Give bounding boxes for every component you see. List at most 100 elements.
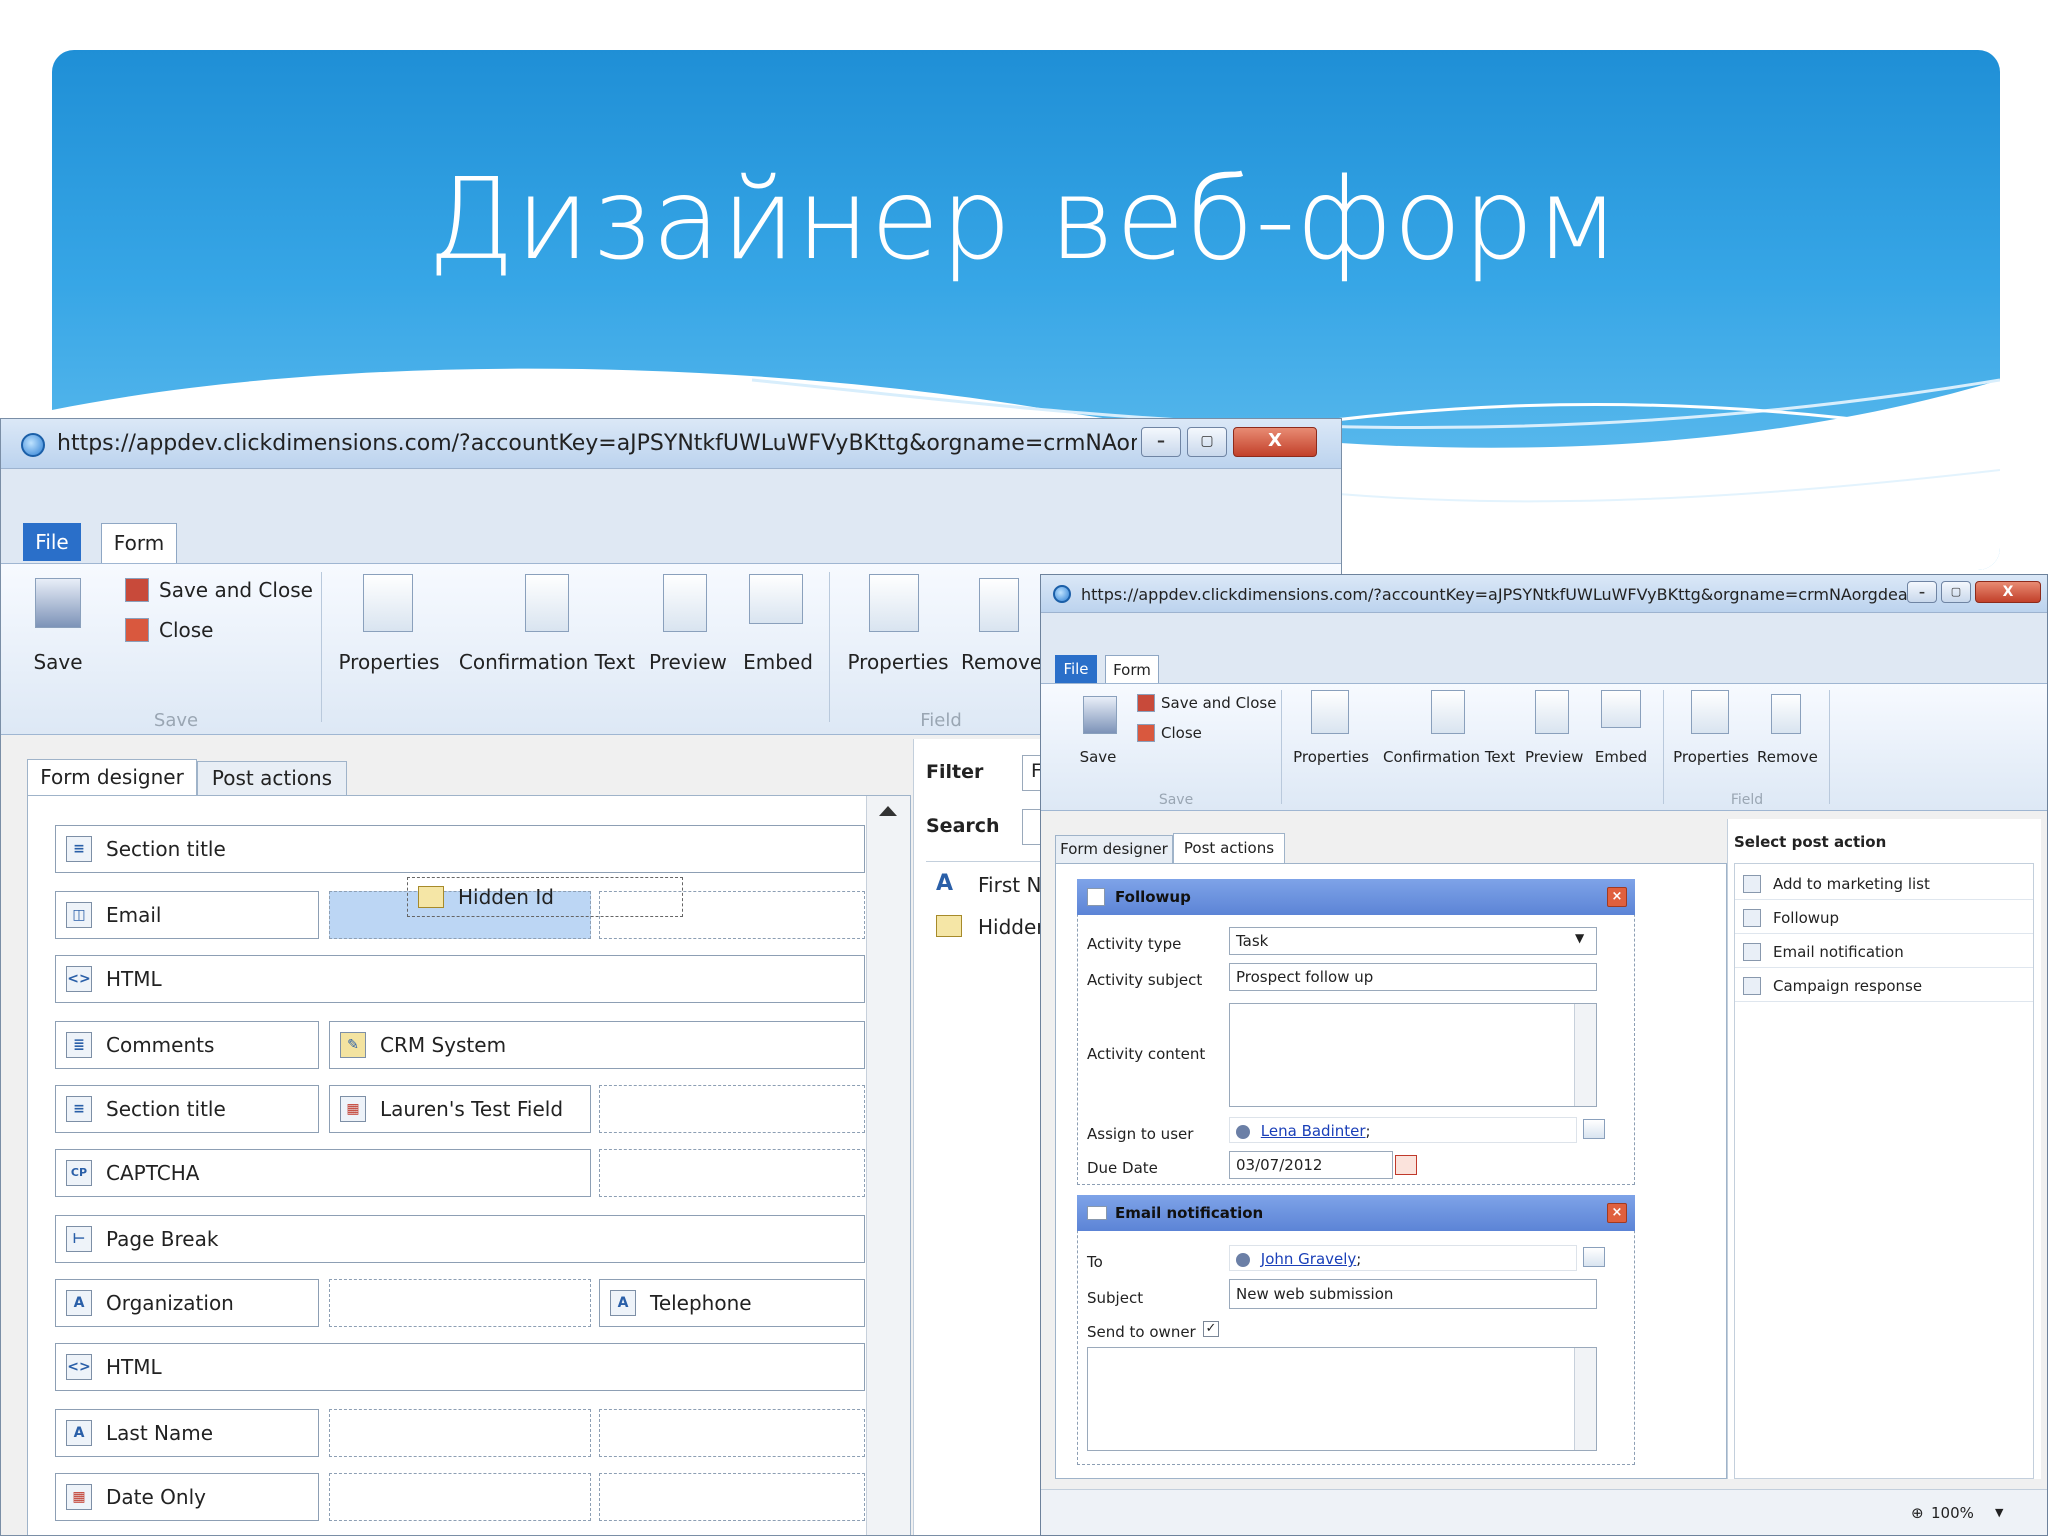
to-lookup[interactable]: John Gravely;	[1229, 1245, 1577, 1271]
assigned-user-link[interactable]: Lena Badinter	[1261, 1122, 1366, 1140]
textarea-scrollbar[interactable]	[1574, 1004, 1596, 1106]
activity-content-textarea[interactable]	[1229, 1003, 1597, 1107]
calendar-icon[interactable]	[1395, 1155, 1417, 1175]
remove-icon	[1771, 694, 1801, 734]
designer-scrollbar[interactable]	[866, 796, 910, 1535]
post-action-email-notification[interactable]: Email notification	[1735, 936, 2033, 968]
field-crm-system[interactable]: ✎ CRM System	[329, 1021, 865, 1069]
field-list-item[interactable]: Hidder	[978, 915, 1045, 939]
email-body-textarea[interactable]	[1087, 1347, 1597, 1451]
subject-label: Subject	[1087, 1289, 1144, 1307]
field-captcha[interactable]: CP CAPTCHA	[55, 1149, 591, 1197]
field-section-title[interactable]: ≡ Section title	[55, 825, 865, 873]
back-remove-button[interactable]: Remove	[961, 650, 1042, 674]
front-embed-button[interactable]: Embed	[1593, 748, 1649, 766]
field-section-title-2[interactable]: ≡ Section title	[55, 1085, 319, 1133]
maximize-button[interactable]: ▢	[1187, 427, 1227, 457]
back-preview-button[interactable]: Preview	[649, 650, 727, 674]
field-last-name[interactable]: A Last Name	[55, 1409, 319, 1457]
empty-slot[interactable]	[599, 1473, 865, 1521]
back-tab-form[interactable]: Form	[101, 523, 177, 563]
field-organization[interactable]: A Organization	[55, 1279, 319, 1327]
subject-input[interactable]: New web submission	[1229, 1279, 1597, 1309]
empty-slot[interactable]	[329, 1473, 591, 1521]
front-preview-button[interactable]: Preview	[1525, 748, 1583, 766]
back-confirmation-text-button[interactable]: Confirmation Text	[457, 650, 637, 674]
chevron-down-icon[interactable]: ▼	[1995, 1506, 2003, 1519]
calendar-icon: ▦	[340, 1096, 366, 1122]
remove-followup-button[interactable]: ×	[1607, 887, 1627, 907]
email-field-icon: ◫	[66, 902, 92, 928]
lookup-icon[interactable]	[1583, 1119, 1605, 1139]
back-tab-form-designer[interactable]: Form designer	[27, 759, 197, 795]
lookup-icon[interactable]	[1583, 1247, 1605, 1267]
minimize-button[interactable]: –	[1907, 581, 1937, 603]
back-save-and-close-button[interactable]: Save and Close	[159, 578, 313, 602]
remove-email-notification-button[interactable]: ×	[1607, 1203, 1627, 1223]
textarea-scrollbar[interactable]	[1574, 1348, 1596, 1450]
back-close-button[interactable]: Close	[159, 618, 213, 642]
recipient-link[interactable]: John Gravely	[1261, 1250, 1357, 1268]
followup-icon	[1743, 908, 1761, 927]
activity-subject-input[interactable]: Prospect follow up	[1229, 963, 1597, 991]
field-laurens-test-field[interactable]: ▦ Lauren's Test Field	[329, 1085, 591, 1133]
maximize-button[interactable]: ▢	[1941, 581, 1971, 603]
post-action-campaign-response[interactable]: Campaign response	[1735, 970, 2033, 1002]
assign-to-user-lookup[interactable]: Lena Badinter;	[1229, 1117, 1577, 1143]
zoom-level[interactable]: 100%	[1931, 1504, 1974, 1522]
front-save-and-close-button[interactable]: Save and Close	[1161, 694, 1276, 712]
close-window-button[interactable]: X	[1975, 581, 2041, 603]
back-properties-button[interactable]: Properties	[337, 650, 441, 674]
save-close-icon	[125, 578, 149, 602]
field-date-only[interactable]: ▦ Date Only	[55, 1473, 319, 1521]
captcha-icon: CP	[66, 1160, 92, 1186]
field-telephone[interactable]: A Telephone	[599, 1279, 865, 1327]
assign-to-user-label: Assign to user	[1087, 1125, 1194, 1143]
front-close-button[interactable]: Close	[1161, 724, 1202, 742]
activity-subject-label: Activity subject	[1087, 971, 1203, 989]
send-to-owner-checkbox[interactable]: ✓	[1203, 1321, 1219, 1337]
activity-type-select[interactable]: Task	[1229, 927, 1597, 955]
front-field-properties-button[interactable]: Properties	[1673, 748, 1749, 766]
back-save-button[interactable]: Save	[25, 650, 91, 674]
field-html[interactable]: <> HTML	[55, 955, 865, 1003]
scroll-up-arrow[interactable]	[879, 806, 897, 816]
close-icon	[125, 618, 149, 642]
due-date-label: Due Date	[1087, 1159, 1158, 1177]
back-group-field: Field	[920, 710, 962, 731]
back-tab-post-actions[interactable]: Post actions	[197, 761, 347, 795]
field-comments[interactable]: ≣ Comments	[55, 1021, 319, 1069]
front-tab-file[interactable]: File	[1055, 655, 1097, 683]
chevron-down-icon[interactable]: ▼	[1575, 931, 1584, 945]
front-confirmation-text-button[interactable]: Confirmation Text	[1383, 748, 1515, 766]
back-embed-button[interactable]: Embed	[741, 650, 815, 674]
drag-ghost-hidden-id[interactable]: Hidden Id	[407, 877, 683, 917]
ribbon-divider	[1281, 690, 1282, 804]
post-action-followup[interactable]: Followup	[1735, 902, 2033, 934]
front-tab-post-actions[interactable]: Post actions	[1173, 833, 1285, 863]
back-tab-file[interactable]: File	[23, 523, 81, 561]
front-save-button[interactable]: Save	[1073, 748, 1123, 766]
empty-slot[interactable]	[329, 1409, 591, 1457]
ribbon-divider	[1663, 690, 1664, 804]
field-list-item[interactable]: First N	[978, 873, 1041, 897]
empty-slot[interactable]	[599, 1409, 865, 1457]
front-tab-form-designer[interactable]: Form designer	[1055, 835, 1173, 863]
text-field-icon: A	[936, 871, 954, 896]
front-properties-button[interactable]: Properties	[1291, 748, 1371, 766]
field-html-2[interactable]: <> HTML	[55, 1343, 865, 1391]
field-email[interactable]: ◫ Email	[55, 891, 319, 939]
empty-slot[interactable]	[599, 1149, 865, 1197]
activity-type-label: Activity type	[1087, 935, 1182, 953]
due-date-input[interactable]: 03/07/2012	[1229, 1151, 1393, 1179]
back-field-properties-button[interactable]: Properties	[847, 650, 949, 674]
empty-slot[interactable]	[329, 1279, 591, 1327]
field-page-break[interactable]: ⊢ Page Break	[55, 1215, 865, 1263]
post-action-add-to-marketing-list[interactable]: Add to marketing list	[1735, 868, 2033, 900]
minimize-button[interactable]: –	[1141, 427, 1181, 457]
front-remove-button[interactable]: Remove	[1757, 748, 1818, 766]
empty-slot[interactable]	[599, 1085, 865, 1133]
field-properties-icon	[869, 574, 919, 632]
close-window-button[interactable]: X	[1233, 427, 1317, 457]
front-tab-form[interactable]: Form	[1105, 655, 1159, 685]
